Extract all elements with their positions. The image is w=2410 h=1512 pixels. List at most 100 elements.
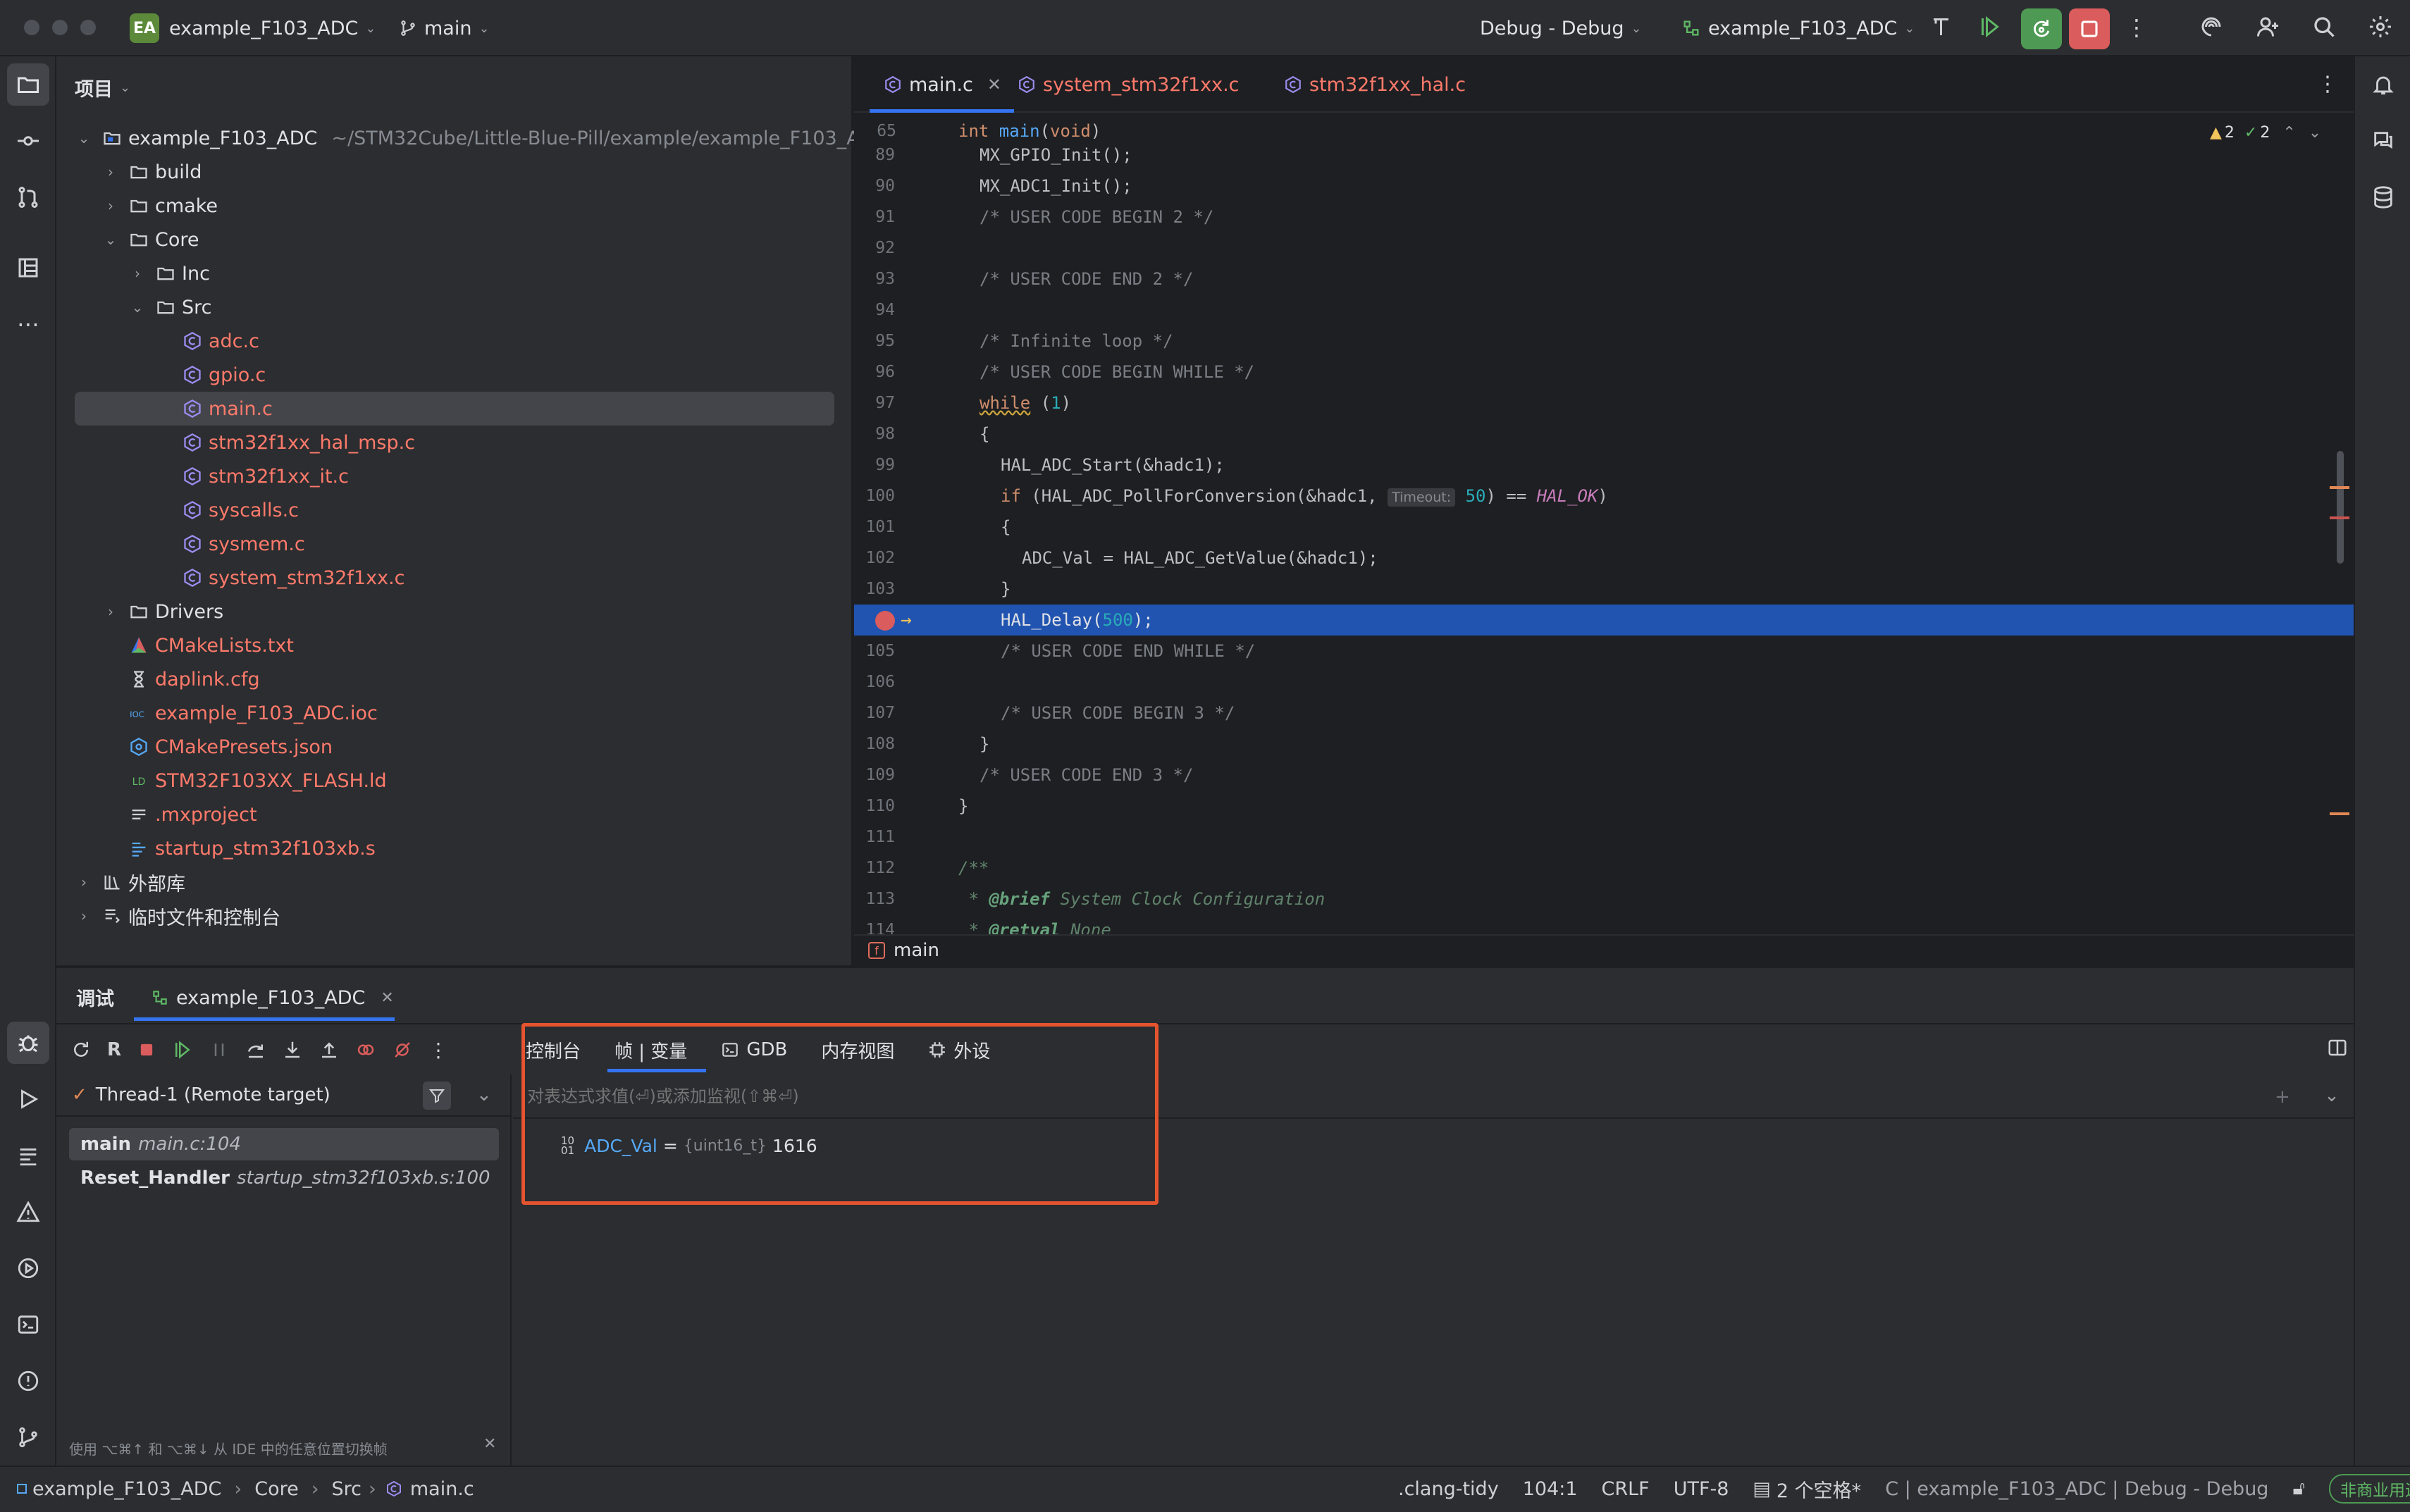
code-line[interactable]: 110} (854, 791, 2354, 822)
code-line[interactable]: 112 /** (854, 853, 2354, 884)
commit-tool-button[interactable] (7, 120, 49, 162)
close-tab-icon[interactable]: ✕ (987, 75, 1001, 94)
stop-debug-icon[interactable] (137, 1040, 156, 1060)
chevron-right-icon[interactable]: › (76, 907, 92, 924)
code-line[interactable]: 93 /* USER CODE END 2 */ (854, 264, 2354, 295)
run-config-selector[interactable]: Debug - Debug ⌄ (1480, 13, 1642, 44)
project-view-selector[interactable]: 项目 ⌄ (75, 73, 130, 101)
step-into-icon[interactable] (282, 1039, 303, 1060)
ai-chat-button[interactable] (2362, 120, 2404, 162)
window-maximize-button[interactable] (80, 20, 96, 35)
tree-item[interactable]: › build (103, 155, 202, 189)
tree-item[interactable]: daplink.cfg (103, 662, 260, 696)
database-button[interactable] (2362, 176, 2404, 218)
context-widget[interactable]: C | example_F103_ADC | Debug - Debug (1885, 1478, 2268, 1500)
tab-system-stm32f1xx-c[interactable]: system_stm32f1xx.c (1016, 56, 1240, 113)
branch-switcher[interactable]: main ⌄ (399, 13, 490, 44)
breakpoint-icon[interactable] (875, 611, 895, 631)
hammer-icon[interactable] (1929, 14, 1955, 39)
tree-item[interactable]: › Inc (130, 256, 210, 290)
code-line[interactable]: 89 MX_GPIO_Init(); (854, 140, 2354, 171)
indent-widget[interactable]: ▤ 2 个空格* (1753, 1475, 1861, 1503)
chevron-right-icon[interactable]: › (76, 874, 92, 891)
code-line[interactable]: 113 * @brief System Clock Configuration (854, 884, 2354, 915)
filter-icon[interactable] (423, 1082, 451, 1110)
stop-icon[interactable] (2069, 8, 2110, 49)
code-line[interactable]: 92 (854, 233, 2354, 264)
target-selector[interactable]: example_F103_ADC ⌄ (1681, 13, 1915, 44)
chevron-down-icon[interactable]: ⌄ (103, 231, 118, 248)
code-line[interactable]: 95 /* Infinite loop */ (854, 326, 2354, 357)
code-line[interactable]: 108} (854, 729, 2354, 760)
code-line[interactable]: 96 /* USER CODE BEGIN WHILE */ (854, 357, 2354, 388)
chevron-up-icon[interactable]: ⌃ (2282, 124, 2295, 142)
tree-item[interactable]: › 临时文件和控制台 (76, 899, 280, 933)
code-line[interactable]: 102 ADC_Val = HAL_ADC_GetValue(&hadc1); (854, 543, 2354, 574)
chevron-right-icon[interactable]: › (103, 603, 118, 620)
window-minimize-button[interactable] (52, 20, 68, 35)
add-watch-icon[interactable]: + (2275, 1086, 2290, 1108)
tree-item[interactable]: LD STM32F103XX_FLASH.ld (103, 764, 387, 798)
chevron-right-icon[interactable]: › (130, 265, 145, 282)
window-close-button[interactable] (24, 20, 39, 35)
layout-icon[interactable] (2327, 1037, 2348, 1058)
crumb-core[interactable]: Core (254, 1478, 299, 1500)
tree-item[interactable]: main.c (75, 392, 834, 426)
code-line[interactable]: 90 MX_ADC1_Init(); (854, 171, 2354, 202)
file-encoding[interactable]: UTF-8 (1674, 1478, 1729, 1500)
tree-item[interactable]: ⌄ Src (130, 290, 212, 324)
tree-item[interactable]: › Drivers (103, 595, 223, 628)
tree-item[interactable]: CMakePresets.json (103, 730, 333, 764)
tab-main-c[interactable]: main.c ✕ (870, 56, 1014, 113)
step-over-icon[interactable] (245, 1039, 266, 1060)
tree-item[interactable]: stm32f1xx_it.c (156, 459, 349, 493)
chevron-down-icon[interactable]: ⌄ (130, 299, 145, 316)
tree-item[interactable]: gpio.c (156, 358, 266, 392)
frame-row[interactable]: Reset_Handler startup_stm32f103xb.s:100 (69, 1162, 499, 1194)
code-line[interactable]: 97 while (1) (854, 388, 2354, 419)
crumb-file[interactable]: main.c (410, 1478, 474, 1500)
lock-icon[interactable]: 🔓︎ (2292, 1477, 2305, 1500)
license-badge[interactable]: 非商业用途 (2328, 1474, 2410, 1504)
tab-options-icon[interactable]: ⋮ (2317, 72, 2338, 97)
add-user-icon[interactable] (2255, 14, 2280, 39)
tree-item[interactable]: adc.c (156, 324, 259, 358)
code-line[interactable]: 106 (854, 667, 2354, 698)
run-tool-button[interactable] (7, 1078, 49, 1120)
pause-icon[interactable] (209, 1039, 230, 1060)
code-line[interactable]: 100 if (HAL_ADC_PollForConversion(&hadc1,… (854, 481, 2354, 512)
chevron-down-icon[interactable]: ⌄ (2309, 124, 2321, 142)
tree-item[interactable]: IOC example_F103_ADC.ioc (103, 696, 378, 730)
tree-item[interactable]: sysmem.c (156, 527, 305, 561)
thread-selector[interactable]: ✓ Thread-1 (Remote target) ⌄ (56, 1074, 510, 1117)
more-tools-button[interactable]: ⋯ (7, 303, 49, 345)
chevron-down-icon[interactable]: ⌄ (2324, 1085, 2340, 1106)
step-out-icon[interactable] (319, 1039, 340, 1060)
tree-item[interactable]: › 外部库 (76, 865, 185, 899)
tree-item[interactable]: › cmake (103, 189, 218, 223)
search-icon[interactable] (2311, 14, 2337, 39)
project-tool-button[interactable] (7, 63, 49, 106)
code-line[interactable]: 94 (854, 295, 2354, 326)
structure-tool-button[interactable] (7, 247, 49, 289)
chevron-right-icon[interactable]: › (103, 163, 118, 180)
todo-tool-button[interactable] (7, 1134, 49, 1177)
code-line[interactable]: 105 /* USER CODE END WHILE */ (854, 636, 2354, 667)
ai-assistant-icon[interactable] (2199, 14, 2224, 39)
code-line[interactable]: 98 { (854, 419, 2354, 450)
services-tool-button[interactable] (7, 1247, 49, 1289)
tree-item[interactable]: .mxproject (103, 798, 257, 831)
line-separator[interactable]: CRLF (1602, 1478, 1650, 1500)
settings-gear-icon[interactable] (2368, 14, 2393, 39)
pull-requests-tool-button[interactable] (7, 176, 49, 218)
tree-item[interactable]: stm32f1xx_hal_msp.c (156, 426, 415, 459)
tab-stm32f1xx-hal-c[interactable]: stm32f1xx_hal.c (1283, 56, 1466, 113)
caret-position[interactable]: 104:1 (1523, 1478, 1578, 1500)
code-line[interactable]: 111 (854, 822, 2354, 853)
more-vertical-icon[interactable]: ⋮ (2125, 14, 2148, 41)
problems-list-button[interactable] (7, 1360, 49, 1402)
project-switcher[interactable]: EA example_F103_ADC ⌄ (130, 13, 376, 44)
tree-item[interactable]: system_stm32f1xx.c (156, 561, 405, 595)
git-tool-button[interactable] (7, 1416, 49, 1458)
code-line[interactable]: 101 { (854, 512, 2354, 543)
